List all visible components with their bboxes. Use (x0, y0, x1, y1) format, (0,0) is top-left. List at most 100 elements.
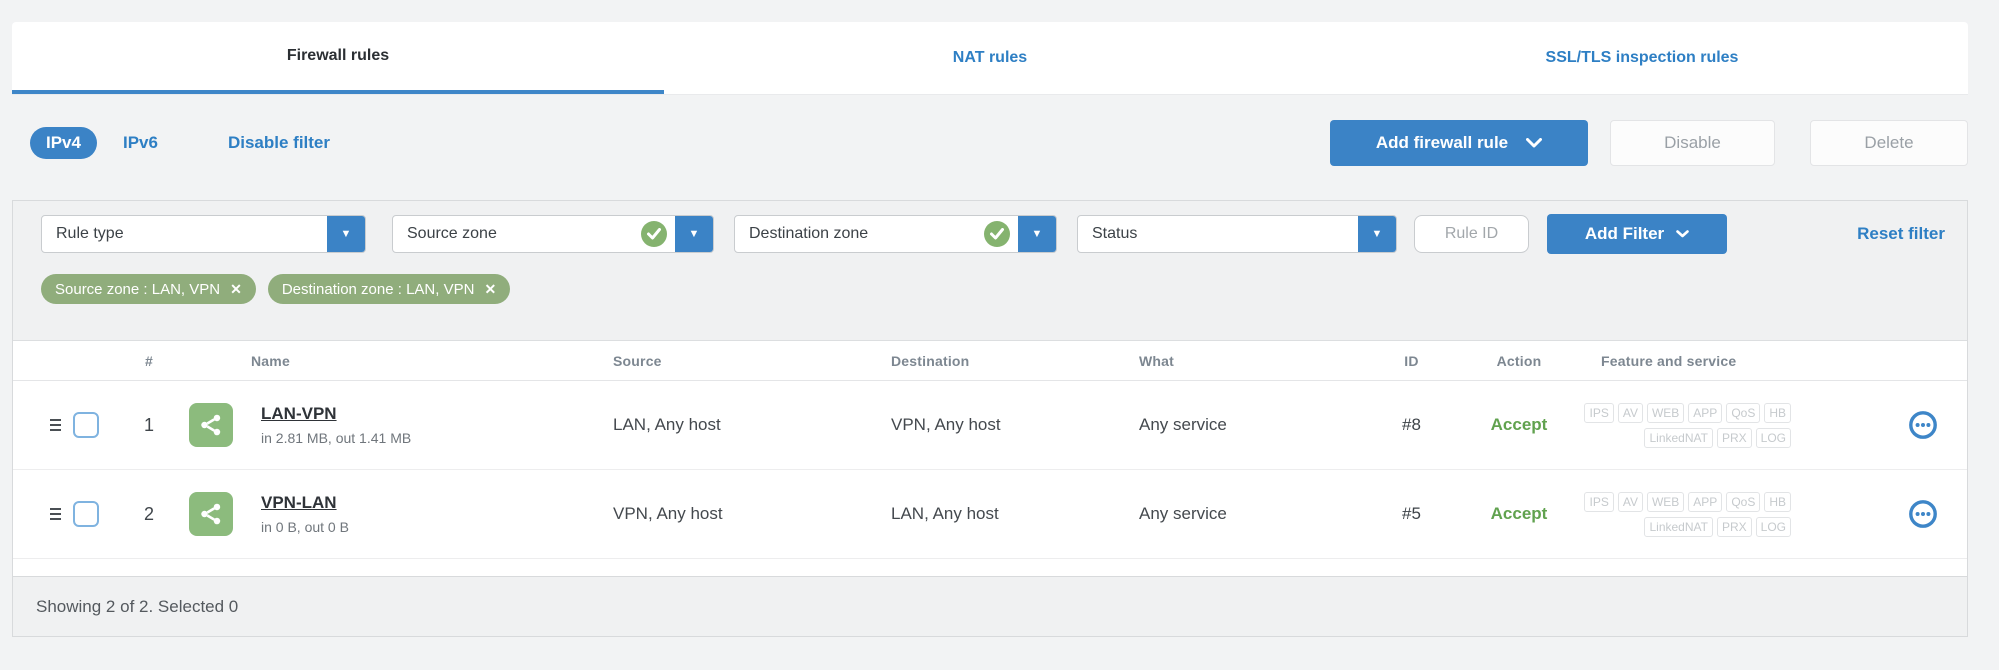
rule-id-input[interactable] (1414, 215, 1529, 253)
add-filter-label: Add Filter (1584, 224, 1665, 243)
destination-zone-select-label: Destination zone (749, 225, 869, 242)
rule-type-select-label: Rule type (56, 225, 124, 242)
tab-ssl-tls-inspection-rules[interactable]: SSL/TLS inspection rules (1316, 22, 1968, 94)
feature-badge: IPS (1584, 402, 1614, 423)
rule-traffic-stats: in 2.81 MB, out 1.41 MB (261, 430, 412, 446)
header-number: # (145, 352, 153, 369)
feature-badges: IPS AV WEB APP QoS HB LinkedNAT PRX LOG (1579, 402, 1879, 448)
chevron-down-icon[interactable]: ▼ (1358, 216, 1396, 252)
header-action: Action (1496, 352, 1542, 369)
feature-badge: PRX (1716, 516, 1752, 537)
remove-filter-icon[interactable]: ✕ (484, 282, 496, 296)
chevron-down-icon (1526, 138, 1543, 148)
filter-tag-label: Source zone : LAN, VPN (55, 280, 221, 298)
rule-source: VPN, Any host (613, 504, 723, 523)
feature-badge: QoS (1726, 491, 1761, 512)
rule-id: #5 (1402, 504, 1421, 523)
table-header: # Name Source Destination What ID Action… (13, 341, 1967, 381)
filter-area: Rule type ▼ Source zone ▼ Destination zo… (13, 201, 1967, 341)
tab-firewall-rules[interactable]: Firewall rules (12, 22, 664, 94)
rule-name-link[interactable]: LAN-VPN (261, 404, 337, 423)
filter-tag-label: Destination zone : LAN, VPN (281, 280, 475, 298)
chevron-down-icon[interactable]: ▼ (675, 216, 713, 252)
header-what: What (1139, 352, 1175, 369)
toolbar: IPv4 IPv6 Disable filter Add firewall ru… (12, 112, 1968, 174)
tab-nat-rules[interactable]: NAT rules (664, 22, 1316, 94)
firewall-rules-page: Firewall rules NAT rules SSL/TLS inspect… (0, 0, 1999, 670)
rule-action: Accept (1490, 415, 1548, 434)
tab-bar: Firewall rules NAT rules SSL/TLS inspect… (12, 22, 1968, 95)
feature-badge: WEB (1646, 491, 1685, 512)
rule-number: 1 (143, 414, 154, 435)
rule-source: LAN, Any host (613, 415, 721, 434)
chevron-down-icon[interactable]: ▼ (327, 216, 365, 252)
filter-row: Rule type ▼ Source zone ▼ Destination zo… (41, 214, 1945, 254)
rule-destination: VPN, Any host (891, 415, 1001, 434)
share-icon (189, 492, 233, 536)
status-text: Showing 2 of 2. Selected 0 (36, 596, 239, 616)
row-checkbox[interactable] (73, 501, 99, 527)
drag-handle[interactable] (48, 504, 63, 524)
rules-panel: Rule type ▼ Source zone ▼ Destination zo… (12, 200, 1968, 637)
ipv6-toggle[interactable]: IPv6 (123, 133, 158, 153)
more-options-button[interactable] (1908, 410, 1938, 440)
ellipsis-icon (1909, 411, 1937, 439)
rule-number: 2 (143, 503, 154, 524)
status-select-label: Status (1092, 225, 1138, 242)
feature-badge: APP (1688, 491, 1723, 512)
destination-zone-select[interactable]: Destination zone ▼ (734, 215, 1057, 253)
feature-badge: QoS (1726, 402, 1761, 423)
filter-tag-source-zone: Source zone : LAN, VPN ✕ (41, 274, 256, 304)
feature-badge: AV (1617, 491, 1643, 512)
feature-badge: PRX (1716, 427, 1752, 448)
feature-badge: HB (1764, 402, 1791, 423)
toolbar-actions: Add firewall rule Disable Delete (1330, 120, 1968, 166)
drag-handle[interactable] (48, 415, 63, 435)
status-select[interactable]: Status ▼ (1077, 215, 1397, 253)
rule-traffic-stats: in 0 B, out 0 B (261, 519, 349, 535)
source-zone-select[interactable]: Source zone ▼ (392, 215, 714, 253)
rule-id: #8 (1402, 415, 1421, 434)
rule-destination: LAN, Any host (891, 504, 999, 523)
rule-what: Any service (1139, 504, 1227, 523)
feature-badge: AV (1617, 402, 1643, 423)
feature-badge: LOG (1755, 516, 1791, 537)
rule-name-link[interactable]: VPN-LAN (261, 493, 337, 512)
feature-badge: HB (1764, 491, 1791, 512)
feature-badge: LinkedNAT (1644, 427, 1713, 448)
table-footer: Showing 2 of 2. Selected 0 (13, 576, 1967, 636)
rule-what: Any service (1139, 415, 1227, 434)
header-destination: Destination (891, 352, 970, 369)
filter-applied-check-icon (984, 221, 1010, 247)
chevron-down-icon[interactable]: ▼ (1018, 216, 1056, 252)
header-id: ID (1404, 352, 1419, 369)
table-row: 2 VPN-LAN in 0 B, out 0 B VPN, Any host … (13, 470, 1967, 559)
ipv4-toggle[interactable]: IPv4 (30, 127, 97, 159)
chevron-down-icon (1676, 230, 1689, 238)
reset-filter-link[interactable]: Reset filter (1857, 224, 1945, 244)
header-source: Source (613, 352, 662, 369)
rule-type-select[interactable]: Rule type ▼ (41, 215, 366, 253)
feature-badges: IPS AV WEB APP QoS HB LinkedNAT PRX LOG (1579, 491, 1879, 537)
feature-badge: WEB (1646, 402, 1685, 423)
add-firewall-rule-label: Add firewall rule (1375, 133, 1509, 152)
table-row: 1 LAN-VPN in 2.81 MB, out 1.41 MB LAN, A… (13, 381, 1967, 470)
feature-badge: LOG (1755, 427, 1791, 448)
remove-filter-icon[interactable]: ✕ (230, 282, 242, 296)
header-feature-and-service: Feature and service (1601, 352, 1737, 369)
source-zone-select-label: Source zone (407, 225, 497, 242)
active-filter-tags: Source zone : LAN, VPN ✕ Destination zon… (41, 274, 1967, 304)
share-icon (189, 403, 233, 447)
feature-badge: LinkedNAT (1644, 516, 1713, 537)
add-filter-button[interactable]: Add Filter (1547, 214, 1727, 254)
add-firewall-rule-button[interactable]: Add firewall rule (1330, 120, 1588, 166)
filter-applied-check-icon (641, 221, 667, 247)
filter-tag-destination-zone: Destination zone : LAN, VPN ✕ (267, 274, 511, 304)
more-options-button[interactable] (1908, 499, 1938, 529)
row-checkbox[interactable] (73, 412, 99, 438)
delete-button[interactable]: Delete (1810, 120, 1968, 166)
header-name: Name (251, 352, 290, 369)
feature-badge: APP (1688, 402, 1723, 423)
disable-button[interactable]: Disable (1610, 120, 1775, 166)
disable-filter-link[interactable]: Disable filter (228, 133, 330, 153)
